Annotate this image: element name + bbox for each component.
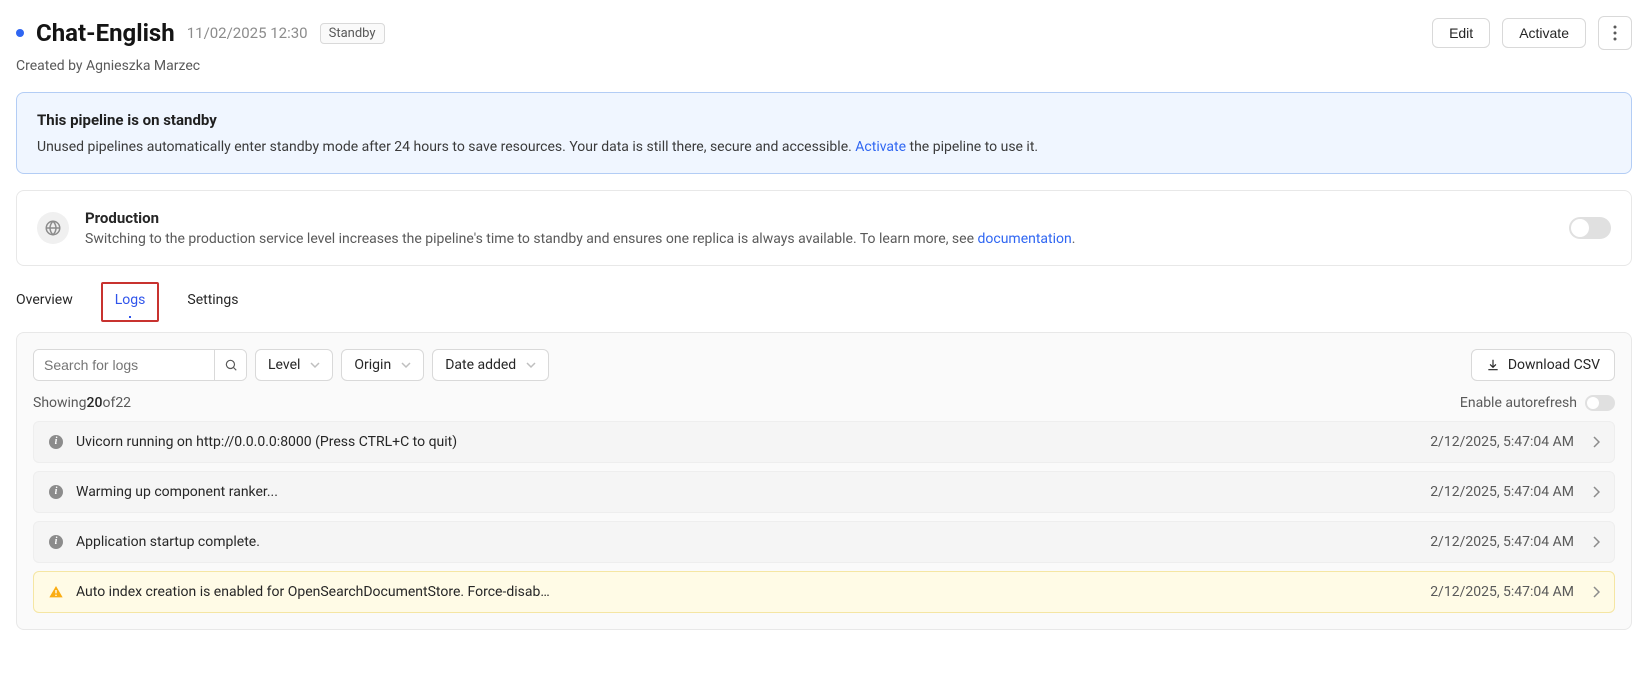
- chevron-right-icon: [1592, 436, 1600, 448]
- chevron-down-icon: [526, 360, 536, 370]
- banner-activate-link[interactable]: Activate: [855, 139, 906, 155]
- origin-select[interactable]: Origin: [341, 349, 424, 381]
- download-label: Download CSV: [1508, 357, 1600, 373]
- banner-text-suffix: the pipeline to use it.: [906, 139, 1038, 155]
- created-by-label: Created by Agnieszka Marzec: [16, 58, 1632, 74]
- production-description: Switching to the production service leve…: [85, 231, 1553, 247]
- logs-panel: Level Origin Date added Download CSV Sho…: [16, 332, 1632, 630]
- activate-button[interactable]: Activate: [1502, 18, 1586, 48]
- chevron-right-icon: [1592, 486, 1600, 498]
- log-timestamp: 2/12/2025, 5:47:04 AM: [1430, 484, 1574, 500]
- level-label: Level: [268, 357, 300, 373]
- log-row[interactable]: Auto index creation is enabled for OpenS…: [33, 571, 1615, 613]
- page-timestamp: 11/02/2025 12:30: [187, 24, 308, 42]
- chevron-down-icon: [401, 360, 411, 370]
- origin-label: Origin: [354, 357, 391, 373]
- search-input[interactable]: [34, 350, 214, 380]
- tabs: Overview Logs Settings: [16, 282, 1632, 322]
- production-toggle[interactable]: [1569, 217, 1611, 239]
- banner-title: This pipeline is on standby: [37, 111, 1611, 129]
- filters-row: Level Origin Date added Download CSV: [33, 349, 1615, 381]
- tab-overview[interactable]: Overview: [16, 282, 73, 322]
- status-badge: Standby: [320, 23, 385, 44]
- date-added-select[interactable]: Date added: [432, 349, 549, 381]
- log-message: Uvicorn running on http://0.0.0.0:8000 (…: [76, 434, 1418, 450]
- log-message: Auto index creation is enabled for OpenS…: [76, 584, 1418, 600]
- page-header: Chat-English 11/02/2025 12:30 Standby Ed…: [16, 16, 1632, 50]
- warning-icon: [48, 584, 64, 600]
- more-actions-button[interactable]: [1598, 16, 1632, 50]
- globe-icon: [37, 212, 69, 244]
- showing-total: 22: [115, 395, 131, 411]
- search-icon: [224, 358, 238, 372]
- log-timestamp: 2/12/2025, 5:47:04 AM: [1430, 434, 1574, 450]
- production-desc-suffix: .: [1072, 231, 1076, 247]
- search-button[interactable]: [214, 350, 246, 380]
- tab-settings[interactable]: Settings: [187, 282, 238, 322]
- level-select[interactable]: Level: [255, 349, 333, 381]
- showing-label: Showing: [33, 395, 87, 411]
- log-message: Application startup complete.: [76, 534, 1418, 550]
- banner-text-prefix: Unused pipelines automatically enter sta…: [37, 139, 855, 155]
- log-row[interactable]: i Application startup complete. 2/12/2025,…: [33, 521, 1615, 563]
- standby-banner: This pipeline is on standby Unused pipel…: [16, 92, 1632, 174]
- log-list: i Uvicorn running on http://0.0.0.0:8000 …: [33, 421, 1615, 613]
- edit-button[interactable]: Edit: [1432, 18, 1490, 48]
- more-vertical-icon: [1613, 25, 1617, 41]
- download-icon: [1486, 358, 1500, 372]
- production-desc-prefix: Switching to the production service leve…: [85, 231, 977, 247]
- chevron-down-icon: [310, 360, 320, 370]
- log-timestamp: 2/12/2025, 5:47:04 AM: [1430, 584, 1574, 600]
- production-title: Production: [85, 209, 1553, 227]
- documentation-link[interactable]: documentation: [977, 231, 1071, 247]
- info-icon: i: [48, 534, 64, 550]
- download-csv-button[interactable]: Download CSV: [1471, 349, 1615, 381]
- showing-count: 20: [87, 395, 103, 411]
- log-message: Warming up component ranker...: [76, 484, 1418, 500]
- autorefresh-label: Enable autorefresh: [1460, 395, 1577, 411]
- log-timestamp: 2/12/2025, 5:47:04 AM: [1430, 534, 1574, 550]
- showing-of: of: [102, 395, 115, 411]
- chevron-right-icon: [1592, 536, 1600, 548]
- info-icon: i: [48, 484, 64, 500]
- production-card: Production Switching to the production s…: [16, 190, 1632, 266]
- status-dot-icon: [16, 29, 24, 37]
- date-added-label: Date added: [445, 357, 516, 373]
- chevron-right-icon: [1592, 586, 1600, 598]
- tab-logs-highlight: Logs: [101, 282, 160, 322]
- search-wrap: [33, 349, 247, 381]
- page-title: Chat-English: [36, 19, 175, 47]
- log-row[interactable]: i Uvicorn running on http://0.0.0.0:8000 …: [33, 421, 1615, 463]
- autorefresh-toggle[interactable]: [1585, 395, 1615, 411]
- tab-logs[interactable]: Logs: [115, 292, 146, 310]
- log-row[interactable]: i Warming up component ranker... 2/12/2025…: [33, 471, 1615, 513]
- banner-body: Unused pipelines automatically enter sta…: [37, 139, 1611, 155]
- info-icon: i: [48, 434, 64, 450]
- meta-row: Showing 20 of 22 Enable autorefresh: [33, 395, 1615, 411]
